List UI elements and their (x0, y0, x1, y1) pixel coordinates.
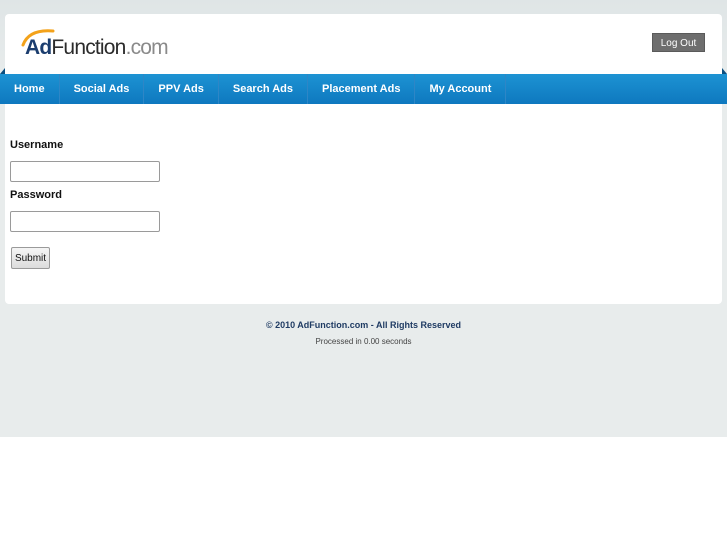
footer-copyright: © 2010 AdFunction.com - All Rights Reser… (265, 320, 461, 330)
logo-function: Function (51, 36, 126, 59)
logout-button[interactable]: Log Out (652, 33, 705, 52)
main-nav: Home Social Ads PPV Ads Search Ads Place… (0, 68, 727, 104)
username-input[interactable] (10, 161, 160, 182)
header: AdFunction.com Log Out (5, 14, 722, 74)
password-input[interactable] (10, 211, 160, 232)
nav-item-home[interactable]: Home (0, 74, 60, 104)
username-label: Username (10, 139, 64, 151)
adfunction-logo[interactable]: AdFunction.com (19, 27, 169, 67)
logo-domain: .com (125, 36, 169, 59)
footer-processed-time: Processed in 0.00 seconds (315, 337, 412, 346)
submit-button[interactable]: Submit (11, 247, 50, 269)
main-container: AdFunction.com Log Out Home Social Ads P… (0, 14, 727, 304)
nav-item-social-ads[interactable]: Social Ads (60, 74, 145, 104)
password-label: Password (10, 189, 62, 201)
logo-text: AdFunction.com (25, 36, 169, 60)
nav-item-ppv-ads[interactable]: PPV Ads (144, 74, 219, 104)
nav-item-my-account[interactable]: My Account (415, 74, 507, 104)
nav-item-search-ads[interactable]: Search Ads (219, 74, 308, 104)
nav-item-placement-ads[interactable]: Placement Ads (308, 74, 416, 104)
logo-ad: Ad (25, 36, 52, 59)
